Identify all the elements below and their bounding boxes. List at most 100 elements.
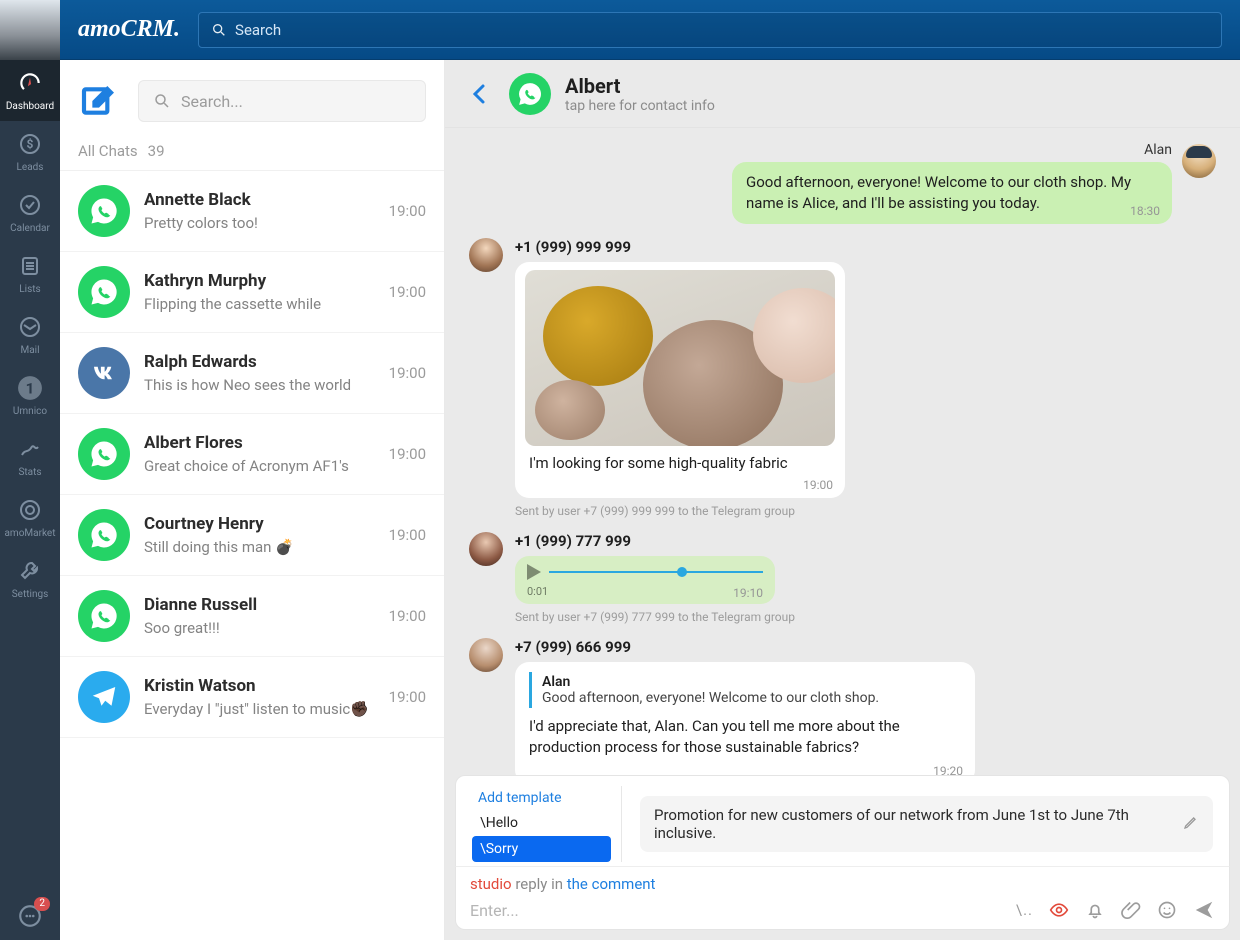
chat-preview: This is how Neo sees the world (144, 376, 375, 394)
search-icon (153, 92, 171, 110)
image-attachment[interactable] (525, 270, 835, 446)
quote-name: Alan (542, 674, 951, 690)
chat-item[interactable]: Annette BlackPretty colors too!19:00 (60, 171, 444, 252)
notification-toggle[interactable] (1085, 900, 1105, 920)
nav-umnico[interactable]: 1 Umnico (0, 365, 60, 426)
check-circle-icon (16, 191, 44, 219)
reply-context: studio reply in the comment (470, 875, 1215, 893)
smile-icon (1157, 900, 1177, 920)
compose-button[interactable] (78, 80, 120, 122)
composer: studio reply in the comment \.. (455, 866, 1230, 930)
chat-sidebar: All Chats 39 Annette BlackPretty colors … (60, 60, 445, 940)
chat-name: Kathryn Murphy (144, 271, 375, 291)
conversation-header: Albert tap here for contact info (445, 60, 1240, 128)
conversation-title: Albert (565, 74, 715, 98)
svg-text:$: $ (27, 137, 34, 151)
all-chats-label: All Chats (78, 142, 138, 160)
nav-chat-badge: 2 (34, 897, 50, 911)
avatar (469, 638, 503, 672)
chat-search-input[interactable] (181, 92, 411, 111)
nav-stats[interactable]: Stats (0, 426, 60, 487)
chat-list-search[interactable] (138, 80, 426, 122)
avatar (469, 532, 503, 566)
template-panel: Add template \Hello\Sorry Promotion for … (455, 775, 1230, 866)
chat-name: Courtney Henry (144, 514, 375, 534)
chat-time: 19:00 (389, 202, 426, 220)
sender-name: +7 (999) 666 999 (515, 638, 1216, 656)
telegram-icon (78, 671, 130, 723)
attach-button[interactable] (1121, 900, 1141, 920)
message-bubble: Alan Good afternoon, everyone! Welcome t… (515, 662, 975, 775)
search-icon (211, 22, 227, 38)
whatsapp-icon (509, 73, 551, 115)
nav-label: Umnico (13, 406, 47, 417)
send-button[interactable] (1193, 899, 1215, 921)
nav-calendar[interactable]: Calendar (0, 182, 60, 243)
chat-item[interactable]: Dianne RussellSoo great!!!19:00 (60, 576, 444, 657)
edit-template-button[interactable] (1183, 814, 1199, 834)
nav-label: Lists (19, 284, 40, 295)
left-nav: Dashboard $ Leads Calendar Lists Mail 1 … (0, 0, 60, 940)
template-preview-text: Promotion for new customers of our netwo… (654, 806, 1183, 842)
pencil-icon (1183, 814, 1199, 830)
conversation-subtitle: tap here for contact info (565, 98, 715, 114)
nav-amomarket[interactable]: amoMarket (0, 487, 60, 548)
app-logo: amoCRM. (78, 16, 180, 43)
emoji-button[interactable] (1157, 900, 1177, 920)
chat-time: 19:00 (389, 607, 426, 625)
nav-leads[interactable]: $ Leads (0, 121, 60, 182)
paperclip-icon (1121, 900, 1141, 920)
umnico-icon: 1 (16, 374, 44, 402)
chat-item[interactable]: Kristin Watson Everyday I "just" listen t… (60, 657, 444, 738)
nav-settings[interactable]: Settings (0, 548, 60, 609)
vk-icon (78, 347, 130, 399)
nav-dashboard[interactable]: Dashboard (0, 60, 60, 121)
nav-label: Leads (17, 162, 44, 173)
chat-item[interactable]: Ralph EdwardsThis is how Neo sees the wo… (60, 333, 444, 414)
chat-item[interactable]: Courtney HenryStill doing this man 💣19:0… (60, 495, 444, 576)
template-item[interactable]: \Sorry (472, 836, 611, 862)
audio-message: 0:01 19:10 (515, 556, 775, 604)
outgoing-message: Alan Good afternoon, everyone! Welcome t… (469, 142, 1216, 224)
sender-name: +1 (999) 777 999 (515, 532, 1216, 550)
slash-command-hint[interactable]: \.. (1016, 901, 1033, 919)
message-meta: Sent by user +7 (999) 999 999 to the Tel… (515, 504, 1216, 518)
app-header: amoCRM. (60, 0, 1240, 60)
header-search-input[interactable] (235, 21, 1209, 39)
back-button[interactable] (465, 79, 495, 109)
message-time: 19:00 (803, 478, 833, 492)
chat-preview: Everyday I "just" listen to music✊🏿 (144, 700, 375, 718)
template-list: Add template \Hello\Sorry (472, 786, 622, 862)
chat-list: Annette BlackPretty colors too!19:00Kath… (60, 171, 444, 940)
template-item[interactable]: \Hello (472, 810, 611, 836)
whatsapp-icon (78, 590, 130, 642)
visibility-toggle[interactable] (1049, 900, 1069, 920)
messages-scroll[interactable]: Alan Good afternoon, everyone! Welcome t… (445, 128, 1240, 775)
all-chats-tab[interactable]: All Chats 39 (60, 142, 444, 171)
nav-lists[interactable]: Lists (0, 243, 60, 304)
chat-item[interactable]: Kathryn MurphyFlipping the cassette whil… (60, 252, 444, 333)
chat-name: Kristin Watson (144, 676, 375, 696)
message-time: 18:30 (1130, 204, 1160, 218)
play-button[interactable] (527, 564, 541, 580)
chat-name: Albert Flores (144, 433, 375, 453)
composer-input[interactable] (470, 901, 1004, 920)
chat-item[interactable]: Albert FloresGreat choice of Acronym AF1… (60, 414, 444, 495)
chat-preview: Still doing this man 💣 (144, 538, 375, 556)
whatsapp-icon (78, 509, 130, 561)
reply-context-link[interactable]: the comment (567, 875, 656, 893)
chat-name: Dianne Russell (144, 595, 375, 615)
send-icon (1193, 899, 1215, 921)
nav-user-avatar[interactable] (0, 0, 60, 60)
nav-chat-bubble[interactable]: 2 (0, 893, 60, 940)
all-chats-count: 39 (148, 142, 165, 160)
add-template-link[interactable]: Add template (472, 786, 611, 810)
header-search[interactable] (198, 12, 1222, 48)
stats-icon (16, 435, 44, 463)
chevron-left-icon (468, 82, 492, 106)
nav-mail[interactable]: Mail (0, 304, 60, 365)
conversation-panel: Albert tap here for contact info Alan Go… (445, 60, 1240, 940)
chat-time: 19:00 (389, 445, 426, 463)
conversation-title-block[interactable]: Albert tap here for contact info (565, 74, 715, 114)
audio-track[interactable] (549, 564, 763, 580)
